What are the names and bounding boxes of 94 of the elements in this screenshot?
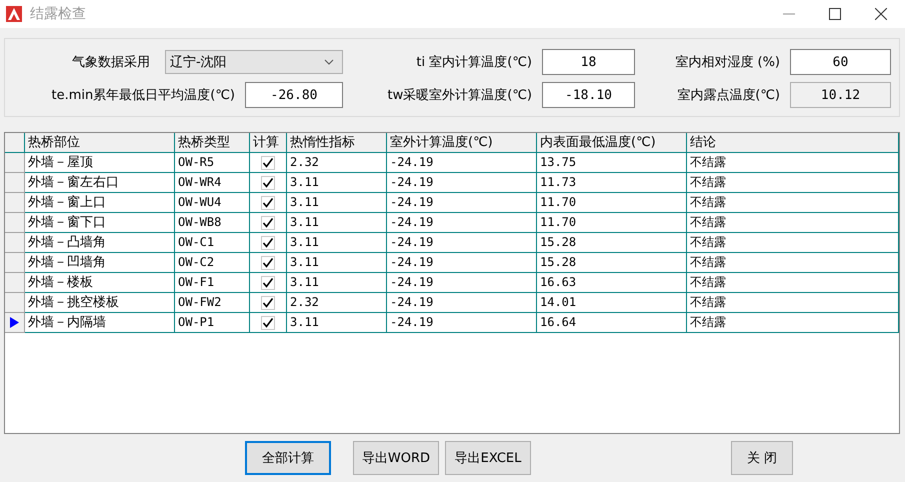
dialog-button[interactable]: 导出EXCEL bbox=[445, 441, 531, 475]
column-header[interactable]: 热桥部位 bbox=[25, 133, 175, 153]
table-cell: 16.64 bbox=[537, 313, 687, 333]
field-label: 室内相对湿度 (%) bbox=[674, 54, 781, 71]
table-cell: OW-WU4 bbox=[175, 193, 250, 213]
table-cell: 不结露 bbox=[687, 193, 899, 213]
input-field[interactable]: -26.80 bbox=[245, 82, 343, 108]
table-cell: 不结露 bbox=[687, 233, 899, 253]
checkbox[interactable] bbox=[261, 316, 275, 330]
table-cell: 不结露 bbox=[687, 153, 899, 173]
checkbox[interactable] bbox=[261, 296, 275, 310]
window-title: 结露检查 bbox=[30, 5, 86, 23]
table-cell: 11.70 bbox=[537, 193, 687, 213]
table-cell: -24.19 bbox=[387, 153, 537, 173]
table-cell: -24.19 bbox=[387, 193, 537, 213]
dialog-button[interactable]: 导出WORD bbox=[353, 441, 439, 475]
field-label: te.min累年最低日平均温度(℃) bbox=[50, 87, 236, 104]
table-cell: 外墙－楼板 bbox=[25, 273, 175, 293]
table-cell: 外墙－凹墙角 bbox=[25, 253, 175, 273]
table-cell: OW-WB8 bbox=[175, 213, 250, 233]
table-cell: 11.70 bbox=[537, 213, 687, 233]
current-row-icon bbox=[10, 317, 19, 328]
input-field[interactable]: 18 bbox=[542, 49, 635, 75]
chevron-down-icon bbox=[324, 59, 334, 65]
city-dropdown[interactable]: 辽宁-沈阳 bbox=[165, 50, 343, 74]
column-header[interactable]: 结论 bbox=[687, 133, 899, 153]
checkbox[interactable] bbox=[261, 256, 275, 270]
column-header[interactable]: 热惰性指标 bbox=[287, 133, 387, 153]
readonly-field: 10.12 bbox=[790, 82, 891, 108]
table-cell: 3.11 bbox=[287, 233, 387, 253]
table-cell: -24.19 bbox=[387, 173, 537, 193]
table-cell: OW-C2 bbox=[175, 253, 250, 273]
table-cell: 3.11 bbox=[287, 173, 387, 193]
table-cell: 3.11 bbox=[287, 253, 387, 273]
table-cell: 14.01 bbox=[537, 293, 687, 313]
column-header[interactable]: 计算 bbox=[250, 133, 287, 153]
table-cell: 外墙－挑空楼板 bbox=[25, 293, 175, 313]
input-field[interactable]: -18.10 bbox=[542, 82, 635, 108]
table-cell: 2.32 bbox=[287, 153, 387, 173]
dialog-button[interactable]: 全部计算 bbox=[245, 441, 331, 475]
table-cell: 外墙－凸墙角 bbox=[25, 233, 175, 253]
table-cell: OW-WR4 bbox=[175, 173, 250, 193]
field-label: ti 室内计算温度(℃) bbox=[415, 54, 533, 71]
table-cell: 15.28 bbox=[537, 253, 687, 273]
input-field[interactable]: 60 bbox=[790, 49, 891, 75]
table-cell: 13.75 bbox=[537, 153, 687, 173]
field-label: 室内露点温度(℃) bbox=[676, 87, 781, 104]
checkbox[interactable] bbox=[261, 176, 275, 190]
column-header[interactable]: 热桥类型 bbox=[175, 133, 250, 153]
table-cell: 3.11 bbox=[287, 273, 387, 293]
table-cell: -24.19 bbox=[387, 253, 537, 273]
table-cell: 3.11 bbox=[287, 193, 387, 213]
field-label: 气象数据采用 bbox=[71, 54, 151, 71]
table-cell: 不结露 bbox=[687, 273, 899, 293]
table-cell: OW-C1 bbox=[175, 233, 250, 253]
column-header[interactable]: 内表面最低温度(℃) bbox=[537, 133, 687, 153]
table-cell: 外墙－窗下口 bbox=[25, 213, 175, 233]
table-cell: 不结露 bbox=[687, 293, 899, 313]
table-cell: -24.19 bbox=[387, 313, 537, 333]
dialog-button[interactable]: 关 闭 bbox=[731, 441, 793, 475]
table-cell: -24.19 bbox=[387, 273, 537, 293]
table-cell: 15.28 bbox=[537, 233, 687, 253]
table-cell: 不结露 bbox=[687, 313, 899, 333]
table-cell: OW-R5 bbox=[175, 153, 250, 173]
table-cell: 11.73 bbox=[537, 173, 687, 193]
table-cell: 外墙－内隔墙 bbox=[25, 313, 175, 333]
table-cell: 外墙－屋顶 bbox=[25, 153, 175, 173]
table-cell: -24.19 bbox=[387, 233, 537, 253]
table-cell: 外墙－窗左右口 bbox=[25, 173, 175, 193]
close-icon[interactable] bbox=[875, 8, 887, 20]
column-header[interactable]: 室外计算温度(℃) bbox=[387, 133, 537, 153]
table-cell: OW-F1 bbox=[175, 273, 250, 293]
table-cell: OW-FW2 bbox=[175, 293, 250, 313]
field-label: tw采暖室外计算温度(℃) bbox=[386, 87, 533, 104]
checkbox[interactable] bbox=[261, 156, 275, 170]
table-cell: 16.63 bbox=[537, 273, 687, 293]
table-cell: 不结露 bbox=[687, 213, 899, 233]
table-cell: OW-P1 bbox=[175, 313, 250, 333]
checkbox[interactable] bbox=[261, 216, 275, 230]
checkbox[interactable] bbox=[261, 276, 275, 290]
grid-corner bbox=[5, 133, 25, 153]
table-cell: 2.32 bbox=[287, 293, 387, 313]
table-cell: 不结露 bbox=[687, 173, 899, 193]
checkbox[interactable] bbox=[261, 236, 275, 250]
maximize-icon[interactable] bbox=[829, 8, 841, 20]
table-cell: 3.11 bbox=[287, 213, 387, 233]
app-logo-icon bbox=[6, 6, 22, 22]
table-cell: -24.19 bbox=[387, 213, 537, 233]
checkbox[interactable] bbox=[261, 196, 275, 210]
table-cell: 外墙－窗上口 bbox=[25, 193, 175, 213]
table-cell: 不结露 bbox=[687, 253, 899, 273]
row-header[interactable] bbox=[5, 313, 25, 333]
table-cell: -24.19 bbox=[387, 293, 537, 313]
table-cell: 3.11 bbox=[287, 313, 387, 333]
